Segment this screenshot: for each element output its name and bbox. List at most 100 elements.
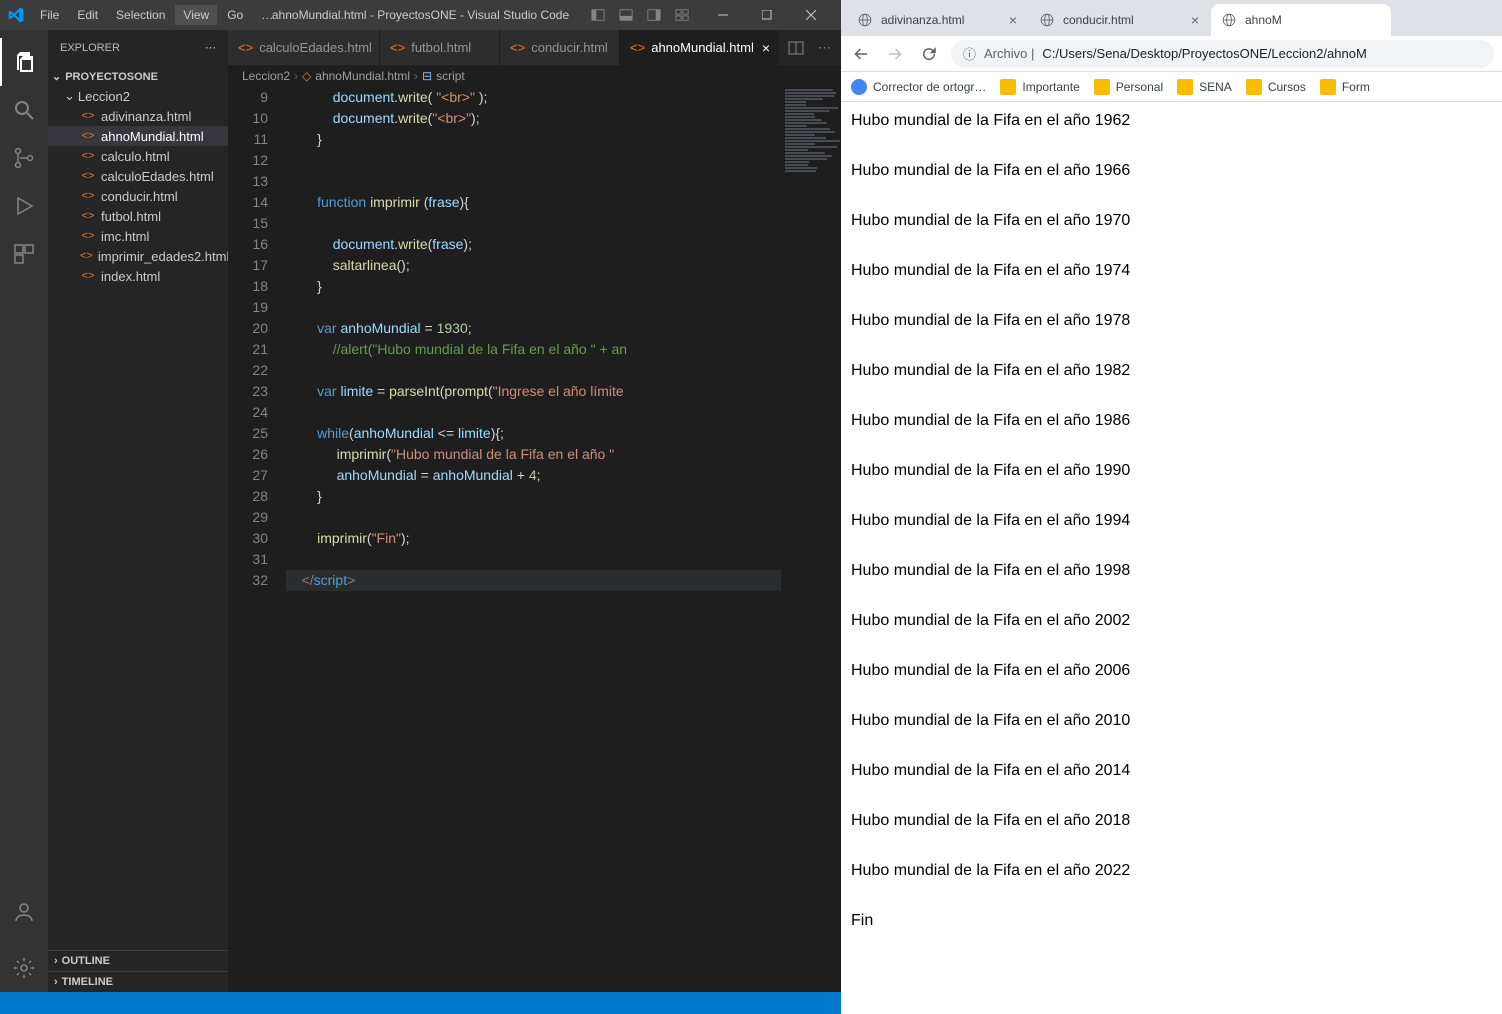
browser-tab[interactable]: conducir.html× <box>1029 4 1209 36</box>
chevron-right-icon: › <box>294 69 298 83</box>
editor-tab[interactable]: <>conducir.html <box>500 30 620 65</box>
split-editor-icon[interactable] <box>788 40 804 56</box>
folder-label: Leccion2 <box>78 89 130 104</box>
reload-button[interactable] <box>917 42 941 66</box>
bookmark-item[interactable]: Cursos <box>1246 79 1306 95</box>
file-calculo-html[interactable]: <>calculo.html <box>48 146 228 166</box>
sidebar-more-icon[interactable]: ⋯ <box>205 41 216 54</box>
bookmark-item[interactable]: Personal <box>1094 79 1163 95</box>
editor-area: <>calculoEdades.html<>futbol.html<>condu… <box>228 30 841 992</box>
breadcrumb-part[interactable]: Leccion2 <box>242 69 290 83</box>
output-line: Hubo mundial de la Fifa en el año 2002 <box>851 612 1492 630</box>
maximize-button[interactable] <box>745 0 789 30</box>
file-imc-html[interactable]: <>imc.html <box>48 226 228 246</box>
activity-bar <box>0 30 48 992</box>
output-line: Hubo mundial de la Fifa en el año 1986 <box>851 412 1492 430</box>
settings-activity[interactable] <box>0 944 48 992</box>
bookmark-item[interactable]: Form <box>1320 79 1370 95</box>
status-bar[interactable] <box>0 992 841 1014</box>
file-adivinanza-html[interactable]: <>adivinanza.html <box>48 106 228 126</box>
html-file-icon: <> <box>238 40 253 55</box>
menu-view[interactable]: View <box>175 5 217 25</box>
folder-icon <box>1320 79 1336 95</box>
file-index-html[interactable]: <>index.html <box>48 266 228 286</box>
extensions-activity[interactable] <box>0 230 48 278</box>
run-debug-activity[interactable] <box>0 182 48 230</box>
forward-button[interactable] <box>883 42 907 66</box>
url-path: C:/Users/Sena/Desktop/ProyectosONE/Lecci… <box>1042 46 1366 61</box>
output-line: Hubo mundial de la Fifa en el año 1994 <box>851 512 1492 530</box>
timeline-section[interactable]: ›TIMELINE <box>48 971 228 992</box>
minimap[interactable] <box>781 87 841 992</box>
file-label: calculo.html <box>101 149 170 164</box>
close-button[interactable] <box>789 0 833 30</box>
output-line: Hubo mundial de la Fifa en el año 1982 <box>851 362 1492 380</box>
customize-layout-icon[interactable] <box>675 8 689 22</box>
bookmark-label: Form <box>1342 80 1370 94</box>
html-file-icon: <> <box>80 188 96 204</box>
file-calculoEdades-html[interactable]: <>calculoEdades.html <box>48 166 228 186</box>
browser-tab[interactable]: adivinanza.html × <box>847 4 1027 36</box>
tab-label: futbol.html <box>411 40 471 55</box>
close-tab-icon[interactable]: × <box>762 40 770 56</box>
folder-icon <box>1246 79 1262 95</box>
bookmark-label: SENA <box>1199 80 1232 94</box>
close-tab-icon[interactable]: × <box>1191 12 1199 28</box>
app-icon <box>851 79 867 95</box>
chevron-down-icon: ⌄ <box>64 88 75 104</box>
bookmark-label: Cursos <box>1268 80 1306 94</box>
editor-tab[interactable]: <>calculoEdades.html <box>228 30 380 65</box>
browser-toolbar: ⓘ Archivo | C:/Users/Sena/Desktop/Proyec… <box>841 36 1502 72</box>
file-conducir-html[interactable]: <>conducir.html <box>48 186 228 206</box>
html-file-icon: <> <box>390 40 405 55</box>
code-editor[interactable]: 9101112131415161718192021222324252627282… <box>228 87 841 992</box>
menu-edit[interactable]: Edit <box>69 5 106 25</box>
outline-section[interactable]: ›OUTLINE <box>48 950 228 971</box>
chevron-right-icon: › <box>414 69 418 83</box>
toggle-panel-left-icon[interactable] <box>591 8 605 22</box>
line-numbers: 9101112131415161718192021222324252627282… <box>228 87 286 992</box>
search-activity[interactable] <box>0 86 48 134</box>
file-imprimir_edades2-html[interactable]: <>imprimir_edades2.html <box>48 246 228 266</box>
minimize-button[interactable] <box>701 0 745 30</box>
browser-tab[interactable]: ahnoM <box>1211 4 1391 36</box>
vscode-window: FileEditSelectionViewGo… ahnoMundial.htm… <box>0 0 841 1014</box>
toggle-panel-bottom-icon[interactable] <box>619 8 633 22</box>
code-content[interactable]: document.write( "<br>" ); document.write… <box>286 87 781 992</box>
breadcrumb-part[interactable]: ahnoMundial.html <box>315 69 410 83</box>
window-controls <box>701 0 833 30</box>
project-root[interactable]: ⌄ PROYECTOSONE <box>48 67 228 86</box>
folder-leccion2[interactable]: ⌄ Leccion2 <box>48 86 228 106</box>
bookmark-item[interactable]: SENA <box>1177 79 1232 95</box>
accounts-activity[interactable] <box>0 888 48 936</box>
file-futbol-html[interactable]: <>futbol.html <box>48 206 228 226</box>
file-label: imprimir_edades2.html <box>98 249 230 264</box>
more-icon[interactable]: ⋯ <box>818 40 831 56</box>
html-file-icon: ◇ <box>302 69 311 83</box>
chevron-right-icon: › <box>54 955 58 967</box>
menu-selection[interactable]: Selection <box>108 5 173 25</box>
file-label: index.html <box>101 269 160 284</box>
globe-icon <box>1039 12 1055 28</box>
output-line: Hubo mundial de la Fifa en el año 2006 <box>851 662 1492 680</box>
bookmark-item[interactable]: Corrector de ortogr… <box>851 79 986 95</box>
tab-label: adivinanza.html <box>881 13 964 27</box>
vscode-logo-icon <box>8 7 24 23</box>
output-line: Hubo mundial de la Fifa en el año 1970 <box>851 212 1492 230</box>
menu-go[interactable]: Go <box>219 5 251 25</box>
breadcrumb[interactable]: Leccion2 › ◇ ahnoMundial.html › ⊟ script <box>228 65 841 87</box>
address-bar[interactable]: ⓘ Archivo | C:/Users/Sena/Desktop/Proyec… <box>951 40 1494 68</box>
breadcrumb-part[interactable]: script <box>436 69 465 83</box>
explorer-activity[interactable] <box>0 38 48 86</box>
output-line: Hubo mundial de la Fifa en el año 1990 <box>851 462 1492 480</box>
back-button[interactable] <box>849 42 873 66</box>
toggle-panel-right-icon[interactable] <box>647 8 661 22</box>
editor-tab[interactable]: <>ahnoMundial.html× <box>620 30 778 65</box>
editor-tab[interactable]: <> futbol.html <box>380 30 500 65</box>
info-icon[interactable]: ⓘ <box>963 44 976 63</box>
bookmark-item[interactable]: Importante <box>1000 79 1079 95</box>
menu-file[interactable]: File <box>32 5 67 25</box>
file-ahnoMundial-html[interactable]: <>ahnoMundial.html <box>48 126 228 146</box>
source-control-activity[interactable] <box>0 134 48 182</box>
close-tab-icon[interactable]: × <box>1009 12 1017 28</box>
